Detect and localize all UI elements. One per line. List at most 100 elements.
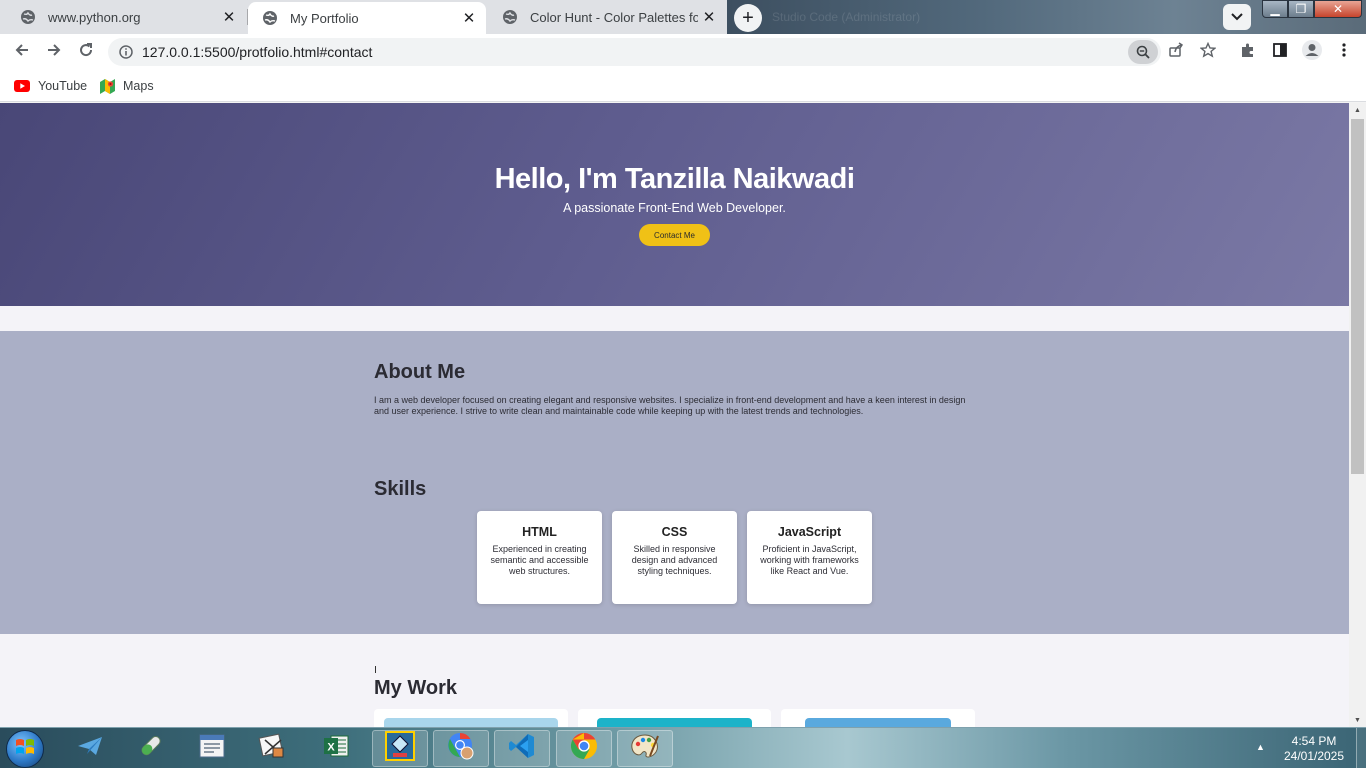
work-card[interactable] bbox=[578, 709, 771, 727]
maps-icon bbox=[100, 78, 115, 94]
about-heading: About Me bbox=[374, 361, 466, 383]
reload-icon bbox=[78, 42, 94, 63]
hero-title: Hello, I'm Tanzilla Naikwadi bbox=[494, 163, 855, 195]
side-panel-button[interactable] bbox=[1266, 38, 1294, 66]
close-tab-icon[interactable]: ✕ bbox=[218, 6, 240, 28]
back-button[interactable] bbox=[8, 38, 36, 66]
work-card[interactable] bbox=[374, 709, 568, 727]
clock-time: 4:54 PM bbox=[1291, 734, 1337, 748]
taskbar-app-telegram[interactable] bbox=[62, 730, 118, 767]
text-cursor bbox=[375, 666, 376, 673]
graph-paper-icon bbox=[257, 732, 287, 765]
tab-title: Color Hunt - Color Palettes for De bbox=[530, 9, 698, 25]
taskbar-app-excel[interactable]: X bbox=[308, 730, 364, 767]
skill-description: Experienced in creating semantic and acc… bbox=[490, 544, 589, 576]
taskbar-app-pill[interactable] bbox=[122, 730, 178, 767]
tab-color-hunt[interactable]: Color Hunt - Color Palettes for De ✕ bbox=[488, 0, 726, 34]
about-text: I am a web developer focused on creating… bbox=[374, 395, 966, 416]
close-window-button[interactable]: ✕ bbox=[1314, 0, 1362, 18]
chrome-icon bbox=[569, 731, 599, 766]
skill-description: Skilled in responsive design and advance… bbox=[631, 544, 718, 576]
kebab-menu-icon bbox=[1342, 42, 1346, 63]
page-scrollbar[interactable]: ▲ ▼ bbox=[1349, 103, 1366, 727]
puzzle-icon bbox=[1240, 42, 1256, 63]
hero-section: Hello, I'm Tanzilla Naikwadi A passionat… bbox=[0, 103, 1349, 306]
new-tab-button[interactable]: + bbox=[734, 4, 762, 32]
bookmark-youtube[interactable]: YouTube bbox=[14, 76, 87, 96]
share-button[interactable] bbox=[1162, 38, 1190, 66]
share-icon bbox=[1168, 41, 1184, 63]
clock-date: 24/01/2025 bbox=[1283, 749, 1345, 763]
address-bar[interactable]: 127.0.0.1:5500/protfolio.html#contact bbox=[108, 38, 1161, 66]
taskbar-app-document[interactable] bbox=[184, 730, 240, 767]
tab-title: My Portfolio bbox=[290, 10, 359, 26]
paint-icon bbox=[630, 732, 660, 765]
taskbar-app-vscode[interactable] bbox=[494, 730, 550, 767]
tab-python-org[interactable]: www.python.org ✕ bbox=[6, 0, 246, 34]
skill-card-css: CSS Skilled in responsive design and adv… bbox=[612, 511, 737, 604]
arrow-left-icon bbox=[14, 42, 30, 63]
taskbar: X ▲ 4:54 PM 24/01/2025 bbox=[0, 727, 1366, 768]
plus-icon: + bbox=[742, 6, 754, 29]
forward-button[interactable] bbox=[40, 38, 68, 66]
paper-plane-icon bbox=[76, 734, 104, 763]
maximize-button[interactable]: ❐ bbox=[1288, 0, 1314, 18]
show-desktop-button[interactable] bbox=[1356, 728, 1366, 768]
taskbar-app-graph-paper[interactable] bbox=[244, 730, 300, 767]
excel-icon: X bbox=[322, 732, 350, 765]
taskbar-app-chrome[interactable] bbox=[556, 730, 612, 767]
menu-button[interactable] bbox=[1330, 38, 1358, 66]
profile-button[interactable] bbox=[1298, 38, 1326, 66]
tab-search-button[interactable] bbox=[1223, 4, 1251, 30]
taskbar-app-chrome-profile[interactable] bbox=[433, 730, 489, 767]
tab-my-portfolio[interactable]: My Portfolio ✕ bbox=[248, 2, 486, 34]
extensions-button[interactable] bbox=[1234, 38, 1262, 66]
tray-expand-icon[interactable]: ▲ bbox=[1256, 742, 1265, 752]
bookmark-maps[interactable]: Maps bbox=[100, 76, 154, 96]
url-text: 127.0.0.1:5500/protfolio.html#contact bbox=[142, 44, 373, 60]
page-viewport: Hello, I'm Tanzilla Naikwadi A passionat… bbox=[0, 103, 1349, 727]
globe-icon bbox=[502, 9, 518, 25]
youtube-icon bbox=[14, 80, 30, 92]
vscode-icon bbox=[508, 732, 536, 765]
taskbar-clock[interactable]: 4:54 PM 24/01/2025 bbox=[1276, 734, 1352, 764]
contact-me-button[interactable]: Contact Me bbox=[639, 224, 710, 246]
work-section: My Work bbox=[0, 634, 1349, 727]
scroll-down-arrow-icon[interactable]: ▼ bbox=[1349, 713, 1366, 727]
work-card[interactable] bbox=[781, 709, 975, 727]
svg-text:X: X bbox=[327, 742, 335, 754]
info-icon[interactable] bbox=[112, 38, 140, 66]
minimize-button[interactable]: ▁ bbox=[1262, 0, 1288, 18]
windows-logo-icon bbox=[15, 737, 35, 762]
tab-strip: www.python.org ✕ My Portfolio ✕ Color Hu… bbox=[0, 0, 1366, 34]
skill-card-html: HTML Experienced in creating semantic an… bbox=[477, 511, 602, 604]
skills-heading: Skills bbox=[374, 478, 427, 500]
game-icon bbox=[385, 731, 415, 766]
bookmarks-bar: YouTube Maps bbox=[0, 70, 1366, 102]
bookmark-label: YouTube bbox=[38, 79, 88, 93]
scroll-up-arrow-icon[interactable]: ▲ bbox=[1349, 103, 1366, 117]
side-panel-icon bbox=[1272, 42, 1288, 63]
close-tab-icon[interactable]: ✕ bbox=[698, 6, 720, 28]
zoom-out-icon[interactable] bbox=[1128, 40, 1158, 64]
scroll-thumb[interactable] bbox=[1351, 119, 1364, 474]
arrow-right-icon bbox=[46, 42, 62, 63]
bookmark-star-button[interactable] bbox=[1194, 38, 1222, 66]
taskbar-app-paint[interactable] bbox=[617, 730, 673, 767]
skill-description: Proficient in JavaScript, working with f… bbox=[760, 544, 859, 576]
close-tab-icon[interactable]: ✕ bbox=[458, 7, 480, 29]
skill-name: CSS bbox=[661, 525, 688, 539]
project-thumbnail bbox=[805, 718, 951, 727]
taskbar-app-game[interactable] bbox=[372, 730, 428, 767]
tab-title: www.python.org bbox=[48, 9, 141, 25]
skill-name: HTML bbox=[522, 525, 557, 539]
background-window-title: Studio Code (Administrator) bbox=[772, 10, 921, 24]
chrome-profile-icon bbox=[446, 731, 476, 766]
globe-icon bbox=[262, 10, 278, 26]
browser-toolbar: 127.0.0.1:5500/protfolio.html#contact bbox=[0, 34, 1366, 70]
reload-button[interactable] bbox=[72, 38, 100, 66]
chevron-down-icon bbox=[1231, 8, 1243, 26]
start-button[interactable] bbox=[6, 730, 44, 768]
globe-icon bbox=[20, 9, 36, 25]
skill-name: JavaScript bbox=[777, 525, 842, 539]
